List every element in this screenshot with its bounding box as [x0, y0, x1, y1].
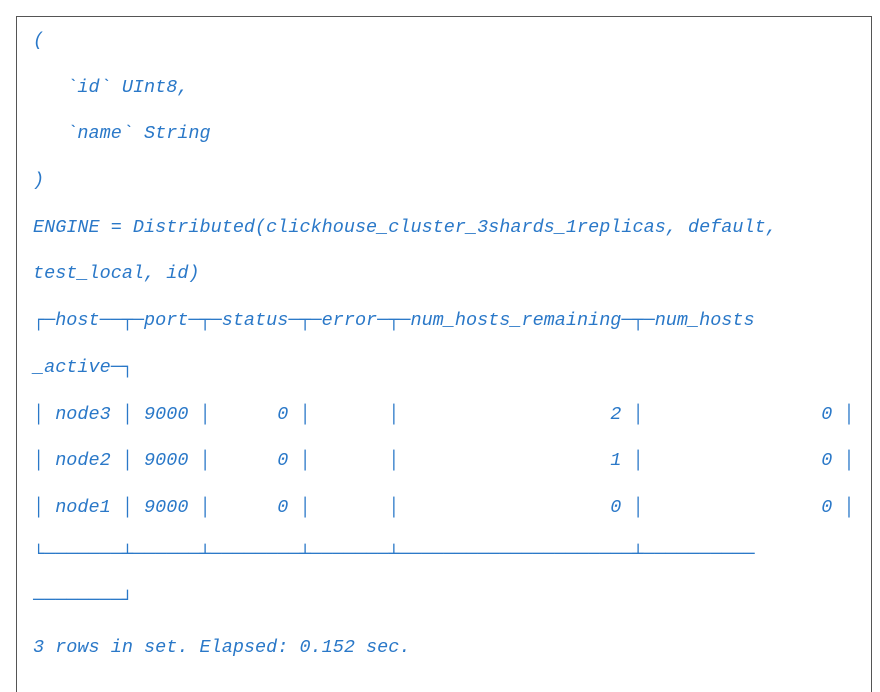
- code-line: `id` UInt8,: [33, 76, 189, 98]
- table-footer-line: ────────┘: [33, 590, 133, 612]
- code-line: ): [33, 170, 45, 192]
- code-line: ENGINE = Distributed(clickhouse_cluster_…: [33, 216, 777, 238]
- table-header-line: _active─┐: [33, 356, 133, 378]
- table-row: │ node3 │ 9000 │ 0 │ │ 2 │ 0 │: [33, 403, 855, 425]
- code-line: test_local, id): [33, 263, 200, 285]
- result-summary: 3 rows in set. Elapsed: 0.152 sec.: [33, 636, 411, 658]
- table-row: │ node2 │ 9000 │ 0 │ │ 1 │ 0 │: [33, 450, 855, 472]
- table-footer-line: └───────┴──────┴────────┴───────┴───────…: [33, 543, 755, 565]
- table-row: │ node1 │ 9000 │ 0 │ │ 0 │ 0 │: [33, 496, 855, 518]
- table-header-line: ┌─host──┬─port─┬─status─┬─error─┬─num_ho…: [33, 310, 755, 332]
- code-line: (: [33, 30, 45, 51]
- code-line: `name` String: [33, 123, 211, 145]
- code-block: ( `id` UInt8, `name` String ) ENGINE = D…: [33, 26, 863, 680]
